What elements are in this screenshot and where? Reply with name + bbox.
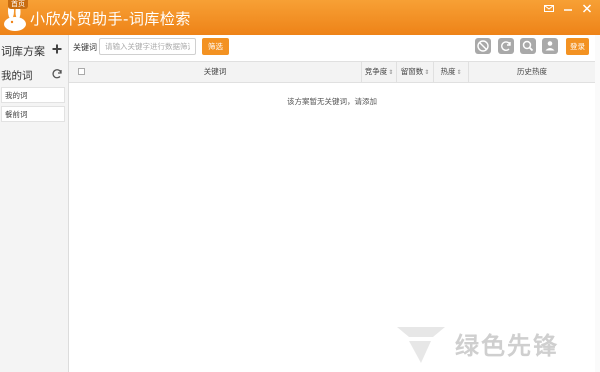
column-history-heat-label: 历史热度 [517, 67, 547, 76]
search-icon[interactable] [520, 38, 536, 54]
sidebar-item-my-words[interactable]: 我的词 [1, 87, 65, 103]
sort-icon: ⇕ [456, 69, 462, 76]
column-heat[interactable]: 热度⇕ [434, 62, 469, 82]
empty-message: 该方案暂无关键词，请添加 [287, 97, 377, 106]
app-title: 小欣外贸助手-词库检索 [30, 10, 191, 28]
column-heat-label: 热度 [440, 67, 456, 76]
keyword-input[interactable] [99, 38, 196, 55]
column-competition-label: 竞争度 [364, 67, 388, 76]
toolbar: 关键词 筛选 登录 [69, 35, 600, 61]
close-icon[interactable] [581, 3, 593, 14]
column-keyword-label: 关键词 [203, 67, 227, 76]
column-competition[interactable]: 竞争度⇕ [362, 62, 397, 82]
column-window-count-label: 留窗数 [400, 67, 424, 76]
minimize-icon[interactable] [562, 3, 574, 14]
watermark-text: 绿色先锋 [455, 332, 559, 360]
refresh-icon[interactable] [498, 38, 514, 54]
sidebar: 词库方案 我的词 我的词 餐前词 [0, 35, 69, 372]
vertical-scrollbar[interactable] [595, 35, 600, 372]
home-tag[interactable]: 首页 [8, 0, 28, 9]
column-window-count[interactable]: 留窗数⇕ [397, 62, 434, 82]
login-button[interactable]: 登录 [566, 38, 589, 55]
column-history-heat[interactable]: 历史热度 [469, 62, 595, 82]
sidebar-title: 词库方案 [1, 45, 45, 58]
user-icon[interactable] [542, 38, 558, 54]
filter-button[interactable]: 筛选 [202, 38, 229, 55]
block-icon[interactable] [475, 38, 491, 54]
mail-icon[interactable] [543, 3, 555, 14]
sidebar-item-meal-words[interactable]: 餐前词 [1, 106, 65, 122]
refresh-icon[interactable] [51, 68, 63, 80]
keyword-label: 关键词 [73, 43, 97, 52]
sort-icon: ⇕ [424, 69, 430, 76]
column-keyword[interactable]: 关键词 [69, 62, 362, 82]
title-bar: 首页 小欣外贸助手-词库检索 [0, 0, 600, 35]
add-icon[interactable] [52, 44, 62, 54]
sort-icon: ⇕ [388, 69, 394, 76]
my-words-heading: 我的词 [1, 70, 33, 82]
table-header: 关键词 竞争度⇕ 留窗数⇕ 热度⇕ 历史热度 [69, 61, 595, 83]
